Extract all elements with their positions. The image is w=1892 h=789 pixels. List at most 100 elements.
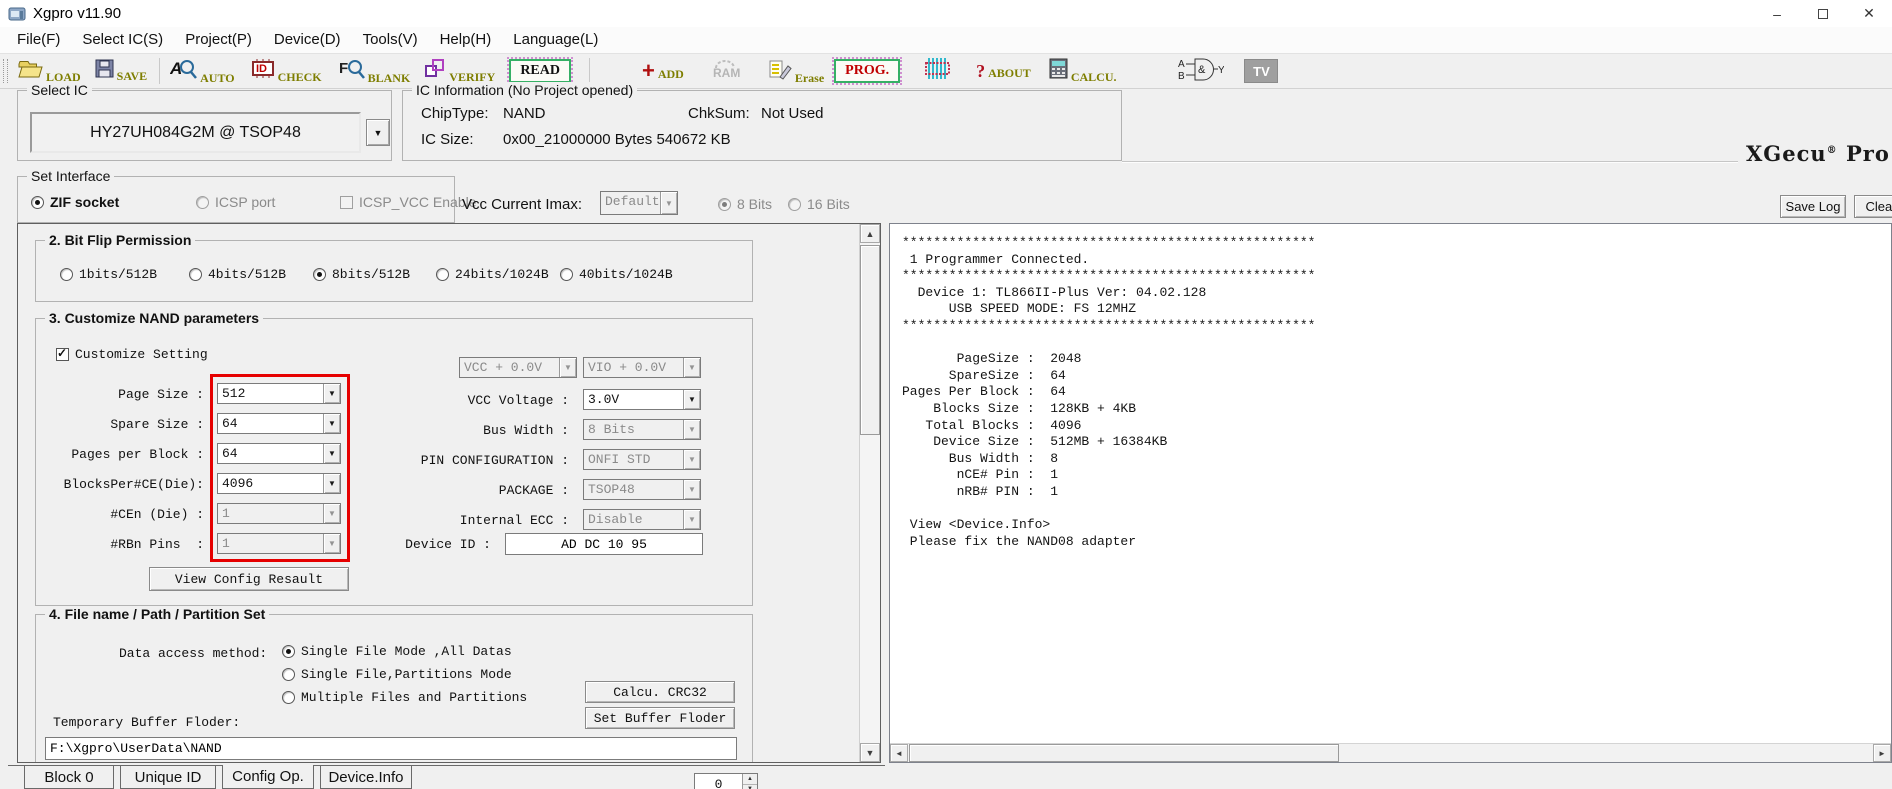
check-id-button[interactable]: ID CHECK [251,58,322,84]
read-button[interactable]: READ [507,57,573,85]
scroll-thumb[interactable] [860,245,880,435]
chevron-down-icon: ▼ [683,420,700,439]
scroll-down-button[interactable]: ▼ [860,743,880,762]
maximize-icon [1818,8,1828,19]
tab-config-op[interactable]: Config Op. [222,765,314,789]
select-ic-title: Select IC [27,82,92,98]
tv-mode-button[interactable]: TV [1244,59,1279,83]
erase-button[interactable]: Erase [768,58,824,85]
menu-select-ic[interactable]: Select IC(S) [71,27,174,53]
vcc-voltage-select[interactable]: 3.0V ▼ [583,389,701,410]
menu-device[interactable]: Device(D) [263,27,352,53]
page-size-label: Page Size : [118,387,204,402]
bitflip-8bits-radio[interactable]: 8bits/512B [313,267,410,282]
cen-die-value: 1 [222,506,230,521]
bitflip-40bits-radio[interactable]: 40bits/1024B [560,267,673,282]
pages-per-block-value: 64 [222,446,238,461]
scroll-thumb[interactable] [909,744,1339,762]
single-file-partitions-radio[interactable]: Single File,Partitions Mode [282,667,512,682]
device-id-input[interactable] [505,533,703,555]
tab-unique-id[interactable]: Unique ID [120,766,216,789]
vio-offset-value: VIO + 0.0V [588,360,667,375]
maximize-button[interactable] [1800,0,1846,27]
zif-socket-radio[interactable]: ZIF socket [31,194,119,210]
verify-button[interactable]: VERIFY [424,58,495,84]
calc-crc32-button[interactable]: Calcu. CRC32 [585,681,735,703]
scroll-right-button[interactable]: ► [1873,744,1891,762]
bitflip-4bits-radio[interactable]: 4bits/512B [189,267,286,282]
load-button[interactable]: LOAD [18,59,81,84]
ic-test-button[interactable] [924,57,952,85]
arrow-right-icon: ► [1878,748,1886,758]
save-button[interactable]: SAVE [95,59,147,83]
icsp-vcc-checkbox[interactable]: ICSP_VCC Enable [340,194,477,210]
bus-width-select[interactable]: 8 Bits ▼ [583,419,701,440]
temp-buffer-path-input[interactable] [45,737,737,760]
bus-width-label: Bus Width : [483,423,569,438]
xgpro-window: { "window": { "title": "Xgpro v11.90", "… [0,0,1892,789]
add-label: ADD [657,67,684,81]
vcc-offset-select[interactable]: VCC + 0.0V ▼ [459,357,577,378]
menu-tools[interactable]: Tools(V) [352,27,429,53]
menu-help[interactable]: Help(H) [429,27,503,53]
single-file-all-radio[interactable]: Single File Mode ,All Datas [282,644,512,659]
auto-button[interactable]: A AUTO [169,57,234,85]
ic-info-group: IC Information (No Project opened) ChipT… [402,82,1122,161]
block-count-spinner[interactable]: 0 ▲▼ [694,773,758,789]
multiple-files-radio[interactable]: Multiple Files and Partitions [282,690,527,705]
selected-ic-value[interactable]: HY27UH084G2M @ TSOP48 [30,112,361,153]
nand-params-title: 3. Customize NAND parameters [45,310,264,326]
tab-block0[interactable]: Block 0 [24,766,114,789]
bitflip-24bits-radio[interactable]: 24bits/1024B [436,267,549,282]
calculator-icon [1049,58,1068,84]
bitflip-1bits-radio[interactable]: 1bits/512B [60,267,157,282]
icsp-port-radio[interactable]: ICSP port [196,194,275,210]
menu-file[interactable]: File(F) [6,27,71,53]
chksum-value: Not Used [761,105,824,122]
log-horizontal-scrollbar[interactable]: ◄ ► [890,743,1891,762]
package-label: PACKAGE : [498,483,569,498]
package-value: TSOP48 [588,482,635,497]
svg-text:&: & [1198,64,1206,76]
chksum-label: ChkSum: [688,105,750,122]
internal-ecc-select[interactable]: Disable ▼ [583,509,701,530]
spin-up-icon[interactable]: ▲ [743,774,757,785]
set-buffer-folder-button[interactable]: Set Buffer Floder [585,707,735,729]
bits8-radio[interactable]: 8 Bits [718,196,772,212]
chevron-down-icon: ▼ [683,358,700,377]
ic-size-label: IC Size: [421,131,474,148]
close-button[interactable]: ✕ [1846,0,1892,27]
view-config-button[interactable]: View Config Resault [149,567,349,591]
brand-suffix: Pro [1845,141,1890,166]
clear-log-button[interactable]: Clear [1854,195,1892,218]
add-button[interactable]: + ADD [642,60,684,82]
tab-device-info[interactable]: Device.Info [320,766,412,789]
bits16-radio[interactable]: 16 Bits [788,196,850,212]
prog-button[interactable]: PROG. [832,57,903,85]
menu-language[interactable]: Language(L) [502,27,609,53]
config-panel-scrollbar[interactable]: ▲ ▼ [859,224,880,762]
about-button[interactable]: ? ABOUT [976,62,1031,80]
scroll-left-button[interactable]: ◄ [890,744,908,762]
spare-size-label: Spare Size : [110,417,204,432]
minimize-button[interactable]: – [1754,0,1800,27]
package-select[interactable]: TSOP48 ▼ [583,479,701,500]
select-ic-dropdown-button[interactable]: ▼ [366,119,390,146]
vio-offset-select[interactable]: VIO + 0.0V ▼ [583,357,701,378]
scroll-up-button[interactable]: ▲ [860,224,880,243]
pin-config-select[interactable]: ONFI STD ▼ [583,449,701,470]
blank-check-button[interactable]: F BLANK [338,57,410,85]
window-title: Xgpro v11.90 [33,5,122,22]
spin-down-icon[interactable]: ▼ [743,784,757,789]
menu-project[interactable]: Project(P) [174,27,263,53]
save-log-button[interactable]: Save Log [1780,195,1846,218]
vcc-imax-select[interactable]: Default ▼ [600,191,678,215]
calculator-button[interactable]: CALCU. [1049,58,1116,84]
spinner-buttons[interactable]: ▲▼ [742,774,757,789]
brand-reg-mark: ® [1826,145,1838,156]
logic-test-button[interactable]: A B & Y [1178,56,1225,86]
blank-magnifier-icon: F [338,57,365,85]
minimize-icon: – [1773,5,1781,22]
customize-setting-checkbox[interactable]: Customize Setting [56,346,208,362]
radio-dot-icon [313,268,326,281]
